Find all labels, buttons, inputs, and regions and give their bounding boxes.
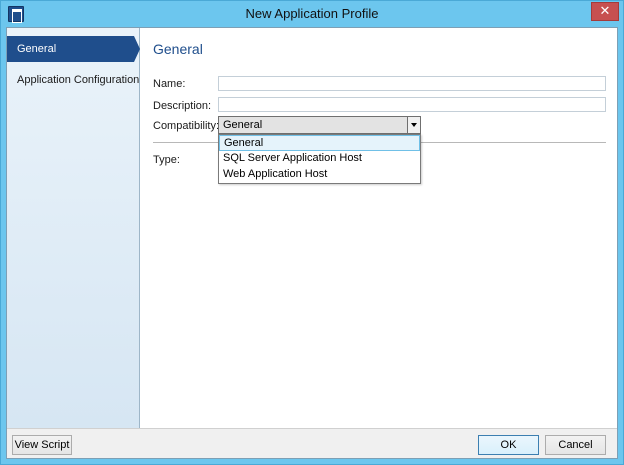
dropdown-option-general[interactable]: General bbox=[219, 135, 420, 151]
compatibility-selected-value: General bbox=[223, 119, 262, 131]
section-title: General bbox=[153, 41, 203, 57]
sidebar-item-label: General bbox=[17, 43, 56, 55]
ok-button[interactable]: OK bbox=[478, 435, 539, 455]
dialog-window: New Application Profile ✕ General Applic… bbox=[0, 0, 624, 465]
dropdown-option-sql-server-application-host[interactable]: SQL Server Application Host bbox=[219, 151, 420, 167]
compatibility-dropdown[interactable]: General bbox=[218, 116, 421, 134]
compatibility-options-list: General SQL Server Application Host Web … bbox=[218, 134, 421, 184]
sidebar-item-general[interactable]: General bbox=[7, 36, 134, 62]
sidebar-item-label: Application Configuration bbox=[17, 74, 139, 86]
type-label: Type: bbox=[153, 154, 180, 166]
name-label: Name: bbox=[153, 78, 185, 90]
window-title: New Application Profile bbox=[1, 6, 623, 21]
sidebar: General Application Configuration bbox=[7, 28, 140, 428]
name-field[interactable] bbox=[218, 76, 606, 91]
view-script-button[interactable]: View Script bbox=[12, 435, 72, 455]
main-panel: General Name: Description: Compatibility… bbox=[141, 28, 617, 428]
dropdown-option-web-application-host[interactable]: Web Application Host bbox=[219, 167, 420, 183]
description-label: Description: bbox=[153, 100, 211, 112]
dialog-client-area: General Application Configuration Genera… bbox=[6, 27, 618, 459]
sidebar-item-application-configuration[interactable]: Application Configuration bbox=[7, 67, 140, 93]
cancel-button[interactable]: Cancel bbox=[545, 435, 606, 455]
compatibility-label: Compatibility: bbox=[153, 120, 219, 132]
close-button[interactable]: ✕ bbox=[591, 2, 619, 21]
title-bar[interactable]: New Application Profile ✕ bbox=[1, 1, 623, 27]
chevron-down-icon[interactable] bbox=[407, 117, 420, 133]
description-field[interactable] bbox=[218, 97, 606, 112]
dialog-footer: View Script OK Cancel bbox=[7, 428, 617, 458]
